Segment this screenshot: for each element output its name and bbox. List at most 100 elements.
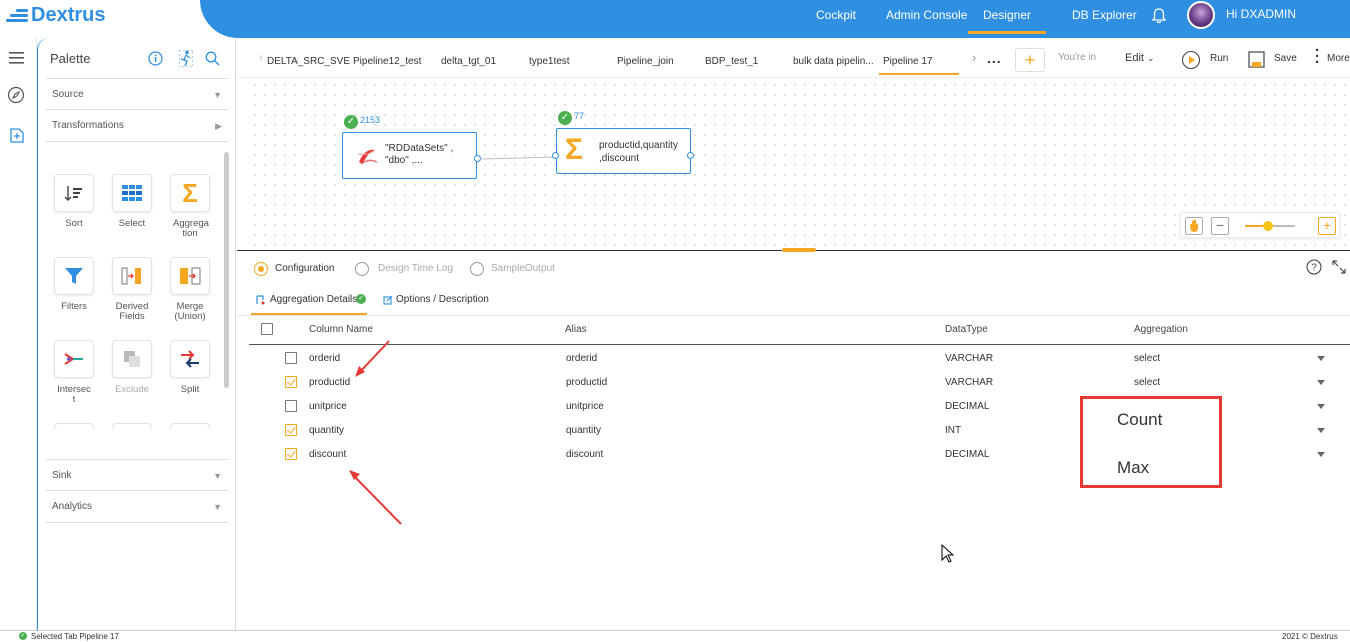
- top-nav-bar: [200, 0, 1350, 38]
- source-node[interactable]: "RDDataSets" , "dbo" ,...: [342, 132, 477, 179]
- intersect-icon: [64, 353, 83, 365]
- row-checkbox[interactable]: [285, 448, 297, 460]
- col-header-datatype[interactable]: DataType: [945, 324, 988, 335]
- tabs-overflow-button[interactable]: ...: [987, 50, 1002, 66]
- section-source[interactable]: Source ▼: [46, 78, 228, 110]
- tool-split-label: Split: [180, 384, 200, 395]
- section-source-label: Source: [52, 89, 84, 100]
- pipeline-tab-active[interactable]: Pipeline 17: [883, 56, 932, 67]
- info-icon[interactable]: [148, 51, 163, 66]
- chevron-down-icon: ⌄: [1147, 53, 1155, 63]
- help-icon[interactable]: ?: [1306, 259, 1322, 275]
- agg-input-port[interactable]: [552, 152, 559, 159]
- row-aggregation[interactable]: select: [1134, 353, 1160, 364]
- zoom-in-button[interactable]: +: [1318, 217, 1336, 235]
- save-icon[interactable]: [1247, 50, 1267, 70]
- pane-resize-handle[interactable]: [782, 248, 816, 252]
- aggregation-node[interactable]: Σ productid,quantity ,discount: [556, 128, 691, 174]
- tabs-scroll-left-icon[interactable]: ‹: [259, 52, 263, 64]
- radio-design-time-log[interactable]: [355, 262, 369, 276]
- bell-icon[interactable]: [1150, 7, 1168, 25]
- more-button[interactable]: More: [1327, 53, 1350, 64]
- run-icon[interactable]: [1181, 50, 1201, 70]
- col-header-aggregation[interactable]: Aggregation: [1134, 324, 1188, 335]
- pipeline-tab[interactable]: delta_tgt_01: [441, 56, 496, 67]
- run-button[interactable]: Run: [1210, 53, 1228, 64]
- aggregation-dropdown-icon[interactable]: [1317, 452, 1325, 457]
- row-aggregation[interactable]: select: [1134, 377, 1160, 388]
- check-icon: ✓: [356, 294, 366, 304]
- radio-sample-output[interactable]: [470, 262, 484, 276]
- aggregation-dropdown-icon[interactable]: [1317, 356, 1325, 361]
- divider: [237, 315, 1350, 316]
- add-tab-button[interactable]: +: [1015, 48, 1045, 72]
- tab-options-description[interactable]: Options / Description: [396, 294, 489, 305]
- nav-cockpit[interactable]: Cockpit: [816, 0, 856, 34]
- aggregation-dropdown-icon[interactable]: [1317, 428, 1325, 433]
- nav-db-explorer[interactable]: DB Explorer: [1072, 0, 1137, 34]
- tool-sort-label: Sort: [65, 218, 83, 229]
- compass-icon[interactable]: [7, 86, 25, 104]
- tool-derived-fields[interactable]: Derived Fields: [108, 257, 156, 322]
- radio-configuration[interactable]: [254, 262, 268, 276]
- dextrus-logo[interactable]: Dextrus: [6, 4, 105, 27]
- save-button[interactable]: Save: [1274, 53, 1297, 64]
- youre-in-label: You're in: [1058, 52, 1097, 63]
- section-analytics[interactable]: Analytics ▼: [46, 491, 228, 523]
- designer-add-icon[interactable]: [8, 126, 26, 144]
- pipeline-tab[interactable]: Pipeline_join: [617, 56, 674, 67]
- pipeline-tab[interactable]: bulk data pipelin...: [793, 56, 874, 67]
- palette-scrollbar[interactable]: [224, 152, 229, 388]
- chevron-down-icon: ▼: [213, 471, 222, 481]
- tool-partial: [170, 423, 210, 429]
- pan-hand-icon[interactable]: [1185, 217, 1203, 235]
- row-checkbox[interactable]: [285, 424, 297, 436]
- nav-admin-console[interactable]: Admin Console: [886, 0, 967, 34]
- pipeline-tab[interactable]: DELTA_SRC_SVE: [267, 56, 350, 67]
- search-icon[interactable]: [205, 51, 220, 66]
- zoom-out-button[interactable]: −: [1211, 217, 1229, 235]
- row-checkbox[interactable]: [285, 376, 297, 388]
- tool-sort[interactable]: Sort: [50, 174, 98, 229]
- tool-intersect[interactable]: Intersec t: [50, 340, 98, 405]
- section-sink-label: Sink: [52, 470, 72, 481]
- agg-node-count: 77: [574, 111, 585, 121]
- radio-sample-output-label[interactable]: SampleOutput: [491, 263, 555, 274]
- zoom-slider-thumb[interactable]: [1262, 221, 1273, 231]
- pipeline-tab[interactable]: Pipeline12_test: [353, 56, 421, 67]
- aggregation-dropdown-icon[interactable]: [1317, 404, 1325, 409]
- avatar[interactable]: [1187, 1, 1215, 29]
- pipeline-tab[interactable]: BDP_test_1: [705, 56, 758, 67]
- section-transformations[interactable]: Transformations ▶: [46, 110, 228, 142]
- menu-icon[interactable]: [9, 52, 25, 64]
- edit-menu[interactable]: Edit ⌄: [1125, 52, 1155, 64]
- row-checkbox[interactable]: [285, 400, 297, 412]
- expand-icon[interactable]: [1331, 259, 1347, 275]
- tab-aggregation-details[interactable]: Aggregation Details: [270, 294, 357, 305]
- chevron-down-icon: ▼: [213, 90, 222, 100]
- nav-designer[interactable]: Designer: [968, 0, 1046, 34]
- tool-filters[interactable]: Filters: [50, 257, 98, 312]
- pipeline-tab[interactable]: type1test: [529, 56, 570, 67]
- runner-icon[interactable]: [179, 50, 193, 67]
- aggregation-dropdown-icon[interactable]: [1317, 380, 1325, 385]
- mouse-cursor-icon: [941, 544, 955, 563]
- more-dots-icon[interactable]: · · ·: [1315, 43, 1320, 70]
- tool-merge-union[interactable]: Merge (Union): [166, 257, 214, 322]
- agg-output-port[interactable]: [687, 152, 694, 159]
- select-all-checkbox[interactable]: [261, 323, 273, 335]
- tool-aggregation[interactable]: Σ Aggrega tion: [166, 174, 214, 239]
- section-sink[interactable]: Sink ▼: [46, 459, 228, 491]
- col-header-alias[interactable]: Alias: [565, 324, 587, 335]
- radio-design-time-log-label[interactable]: Design Time Log: [378, 263, 453, 274]
- pipeline-canvas[interactable]: ✓ 2153 "RDDataSets" , "dbo" ,... ✓ 77 Σ …: [250, 80, 1350, 248]
- row-datatype: DECIMAL: [945, 449, 990, 460]
- tabs-scroll-right-icon[interactable]: ›: [972, 50, 976, 65]
- radio-configuration-label[interactable]: Configuration: [275, 263, 334, 274]
- tool-exclude-label: Exclude: [115, 384, 149, 395]
- user-greeting[interactable]: Hi DXADMIN: [1226, 7, 1296, 21]
- tool-select[interactable]: Select: [108, 174, 156, 229]
- tool-exclude[interactable]: Exclude: [108, 340, 156, 395]
- tool-split[interactable]: Split: [166, 340, 214, 395]
- row-checkbox[interactable]: [285, 352, 297, 364]
